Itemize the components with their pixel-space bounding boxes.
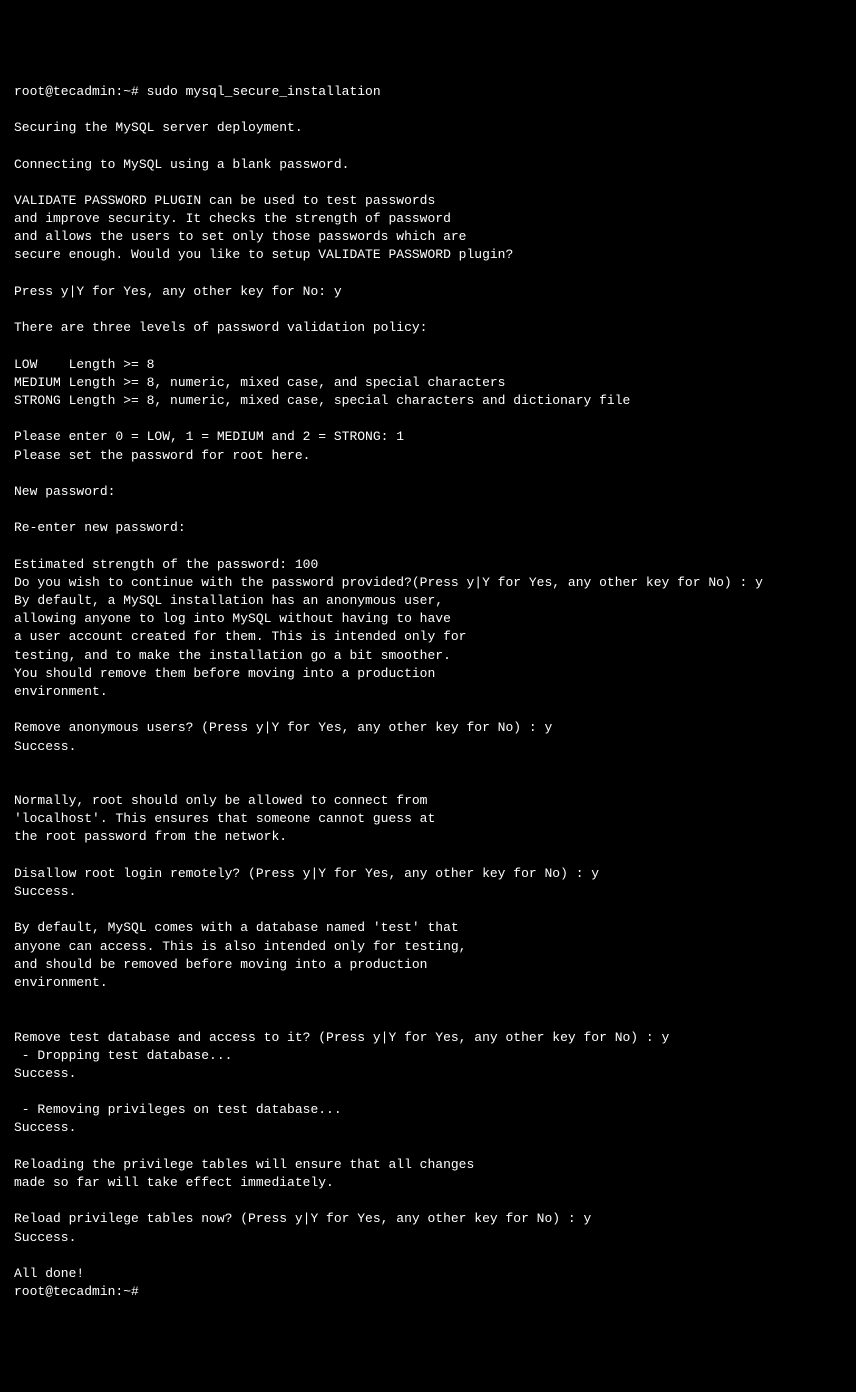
terminal-line: 'localhost'. This ensures that someone c…: [14, 811, 435, 826]
terminal-line: the root password from the network.: [14, 829, 287, 844]
terminal-line: environment.: [14, 684, 108, 699]
terminal-line: and allows the users to set only those p…: [14, 229, 466, 244]
terminal-line: Reloading the privilege tables will ensu…: [14, 1157, 474, 1172]
terminal-output[interactable]: root@tecadmin:~# sudo mysql_secure_insta…: [14, 83, 842, 1302]
terminal-line: Success.: [14, 739, 76, 754]
terminal-line: New password:: [14, 484, 115, 499]
terminal-line: a user account created for them. This is…: [14, 629, 466, 644]
terminal-line: Normally, root should only be allowed to…: [14, 793, 427, 808]
terminal-line: and should be removed before moving into…: [14, 957, 427, 972]
terminal-line: Remove anonymous users? (Press y|Y for Y…: [14, 720, 552, 735]
terminal-line: Please enter 0 = LOW, 1 = MEDIUM and 2 =…: [14, 429, 404, 444]
terminal-line: testing, and to make the installation go…: [14, 648, 451, 663]
terminal-line: Re-enter new password:: [14, 520, 186, 535]
terminal-line: - Dropping test database...: [14, 1048, 232, 1063]
terminal-line: - Removing privileges on test database..…: [14, 1102, 342, 1117]
terminal-line: Remove test database and access to it? (…: [14, 1030, 669, 1045]
terminal-line: There are three levels of password valid…: [14, 320, 427, 335]
terminal-line: Success.: [14, 1230, 76, 1245]
terminal-line: Do you wish to continue with the passwor…: [14, 575, 763, 590]
terminal-line: Connecting to MySQL using a blank passwo…: [14, 157, 349, 172]
terminal-line: and improve security. It checks the stre…: [14, 211, 451, 226]
terminal-line: Success.: [14, 1120, 76, 1135]
terminal-line: Success.: [14, 884, 76, 899]
terminal-line: Reload privilege tables now? (Press y|Y …: [14, 1211, 591, 1226]
terminal-line: All done!: [14, 1266, 84, 1281]
terminal-line: STRONG Length >= 8, numeric, mixed case,…: [14, 393, 630, 408]
terminal-line: VALIDATE PASSWORD PLUGIN can be used to …: [14, 193, 435, 208]
terminal-line: made so far will take effect immediately…: [14, 1175, 334, 1190]
terminal-line: allowing anyone to log into MySQL withou…: [14, 611, 451, 626]
terminal-line: Press y|Y for Yes, any other key for No:…: [14, 284, 342, 299]
terminal-line: root@tecadmin:~# sudo mysql_secure_insta…: [14, 84, 381, 99]
terminal-line: MEDIUM Length >= 8, numeric, mixed case,…: [14, 375, 505, 390]
terminal-line: secure enough. Would you like to setup V…: [14, 247, 513, 262]
terminal-line: Success.: [14, 1066, 76, 1081]
terminal-line: environment.: [14, 975, 108, 990]
terminal-line: You should remove them before moving int…: [14, 666, 435, 681]
terminal-line: Please set the password for root here.: [14, 448, 310, 463]
terminal-line: LOW Length >= 8: [14, 357, 154, 372]
terminal-line: anyone can access. This is also intended…: [14, 939, 466, 954]
terminal-line: root@tecadmin:~#: [14, 1284, 139, 1299]
terminal-line: Estimated strength of the password: 100: [14, 557, 318, 572]
terminal-line: Disallow root login remotely? (Press y|Y…: [14, 866, 599, 881]
terminal-line: By default, MySQL comes with a database …: [14, 920, 459, 935]
terminal-line: Securing the MySQL server deployment.: [14, 120, 303, 135]
terminal-line: By default, a MySQL installation has an …: [14, 593, 443, 608]
